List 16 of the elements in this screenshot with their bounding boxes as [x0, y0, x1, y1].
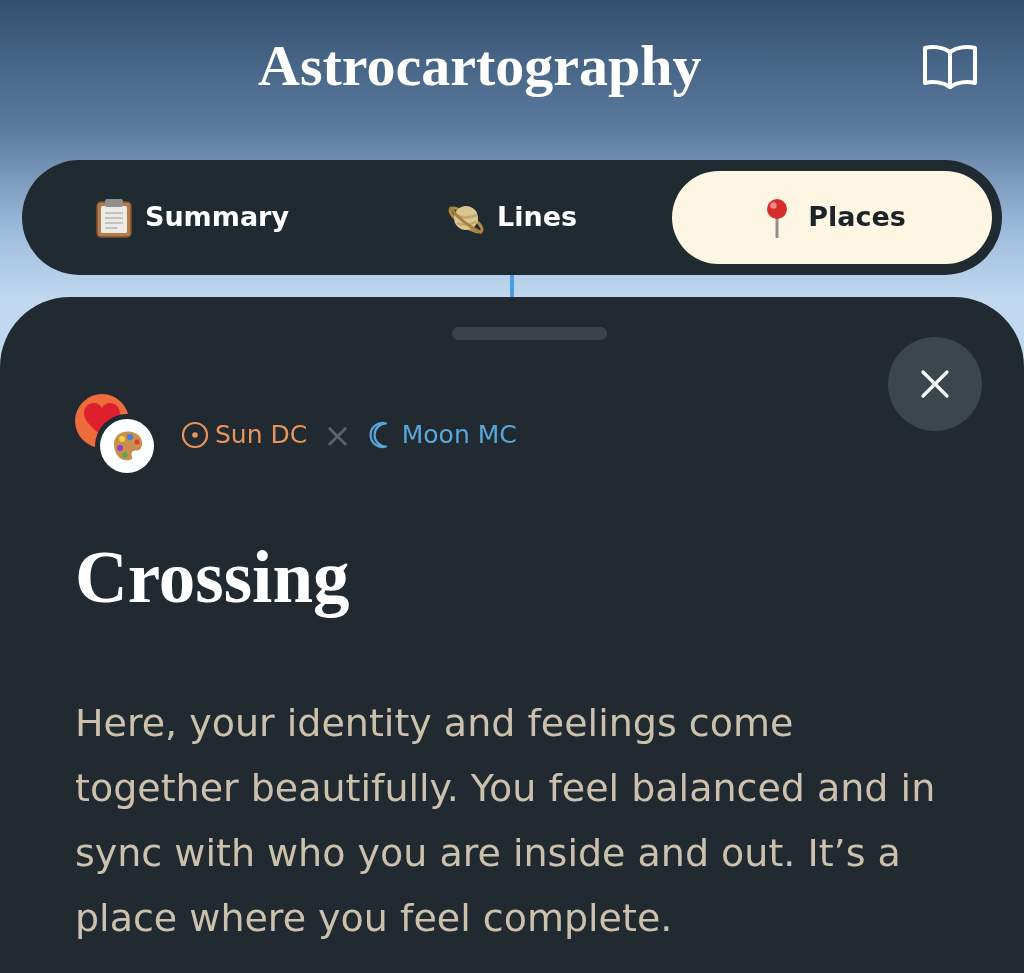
tab[interactable]: Summary — [32, 171, 352, 264]
sheet-title: Crossing — [75, 536, 351, 620]
app-title: Astrocartography — [258, 32, 702, 101]
cross-mark: × — [323, 417, 352, 452]
tab[interactable]: Lines — [352, 171, 672, 264]
sun-icon — [181, 420, 209, 449]
description-text: Here, your identity and feelings come together beautifully. You feel balanced and in sync with who you are inside and out. It’s a place where you feel complete. — [75, 700, 937, 942]
close-icon — [920, 369, 950, 399]
drag-handle[interactable] — [452, 327, 607, 340]
line-label: Moon MC — [401, 418, 517, 451]
line-label: Sun DC — [215, 418, 308, 451]
book-icon — [922, 42, 978, 90]
book-button[interactable] — [922, 42, 978, 90]
tab[interactable]: Places — [672, 171, 992, 264]
clipboard-icon — [94, 197, 133, 238]
palette-icon — [100, 419, 154, 473]
